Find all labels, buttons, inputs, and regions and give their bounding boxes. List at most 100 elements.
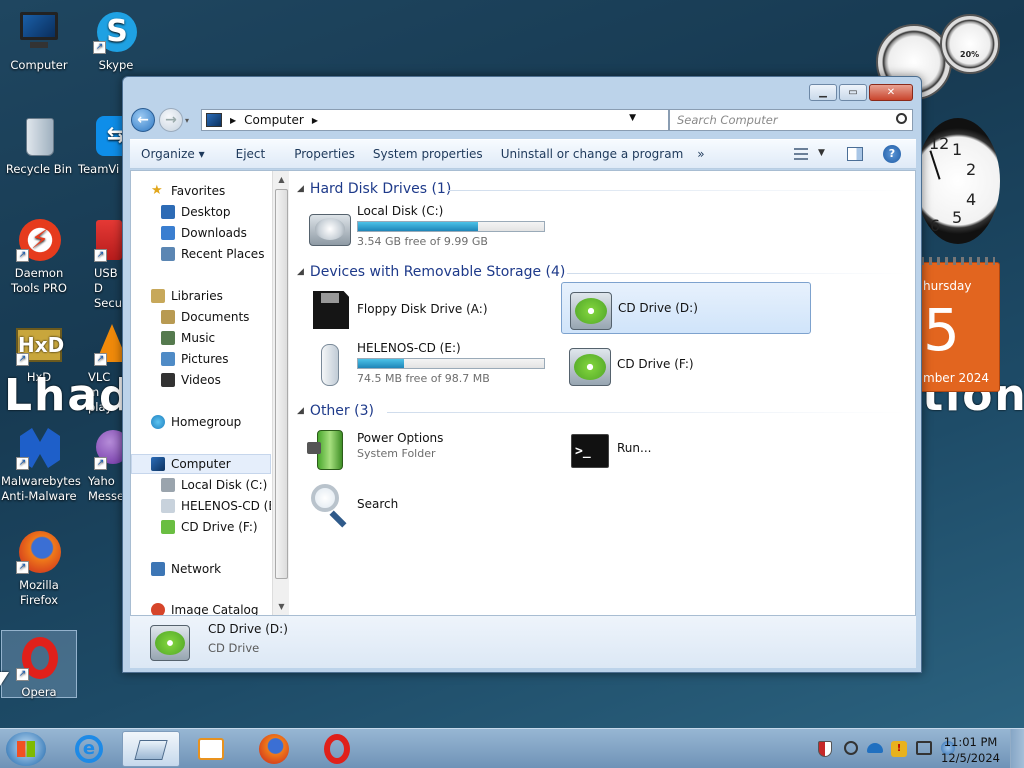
group-header-hard-disk[interactable]: ◢ Hard Disk Drives (1) (297, 181, 907, 197)
taskbar-opera[interactable] (308, 731, 366, 767)
nav-desktop[interactable]: Desktop (161, 202, 231, 222)
taskbar-internet-explorer[interactable]: e (62, 731, 120, 767)
drive-cd-f[interactable]: CD Drive (F:) (561, 339, 811, 391)
minimize-button[interactable]: ▁ (809, 84, 837, 101)
item-search[interactable]: Search (301, 479, 551, 531)
breadcrumb-separator-icon[interactable]: ▶ (230, 116, 236, 125)
help-icon[interactable]: ? (883, 145, 901, 163)
drive-floppy-a[interactable]: Floppy Disk Drive (A:) (301, 284, 551, 336)
forward-button[interactable]: → (159, 108, 183, 132)
music-icon (161, 331, 175, 345)
close-button[interactable]: ✕ (869, 84, 913, 101)
item-subtitle: System Folder (357, 447, 436, 460)
clock-gadget[interactable]: 12 1 2 4 5 6 (916, 118, 1000, 244)
more-commands-button[interactable]: » (695, 147, 716, 161)
command-bar: Organize ▾ Eject Properties System prope… (130, 139, 916, 169)
maximize-button[interactable]: ▭ (839, 84, 867, 101)
desktop-icon-yahoo-messenger[interactable]: ↗ Yaho Messe (78, 418, 126, 504)
desktop-icon-recycle-bin[interactable]: Recycle Bin (1, 106, 77, 177)
security-shield-icon[interactable] (818, 741, 832, 757)
collapse-icon: ◢ (297, 267, 304, 277)
taskbar-clock[interactable]: 11:01 PM 12/5/2024 (941, 734, 1000, 766)
taskbar-windows-explorer[interactable] (122, 731, 180, 767)
desktop-icon-opera[interactable]: ↗ Opera (1, 630, 77, 699)
desktop-icon-usb-security[interactable]: ↗ USB D Secu (78, 210, 124, 311)
opera-icon (324, 734, 350, 764)
item-name: Search (357, 497, 399, 511)
breadcrumb-computer[interactable]: Computer (244, 113, 304, 127)
clock-number: 12 (929, 134, 950, 153)
desktop-icon-daemon-tools[interactable]: ⚡ ↗ Daemon Tools PRO (1, 210, 77, 296)
search-input[interactable]: Search Computer (669, 109, 913, 131)
eject-button[interactable]: Eject (217, 147, 278, 161)
start-button[interactable] (6, 732, 46, 766)
nav-recent-places[interactable]: Recent Places (161, 244, 264, 264)
group-title: Other (3) (309, 403, 374, 419)
drive-local-disk-c[interactable]: Local Disk (C:) 3.54 GB free of 9.99 GB (301, 201, 551, 253)
desktop-icon-firefox[interactable]: ↗ Mozilla Firefox (1, 522, 77, 608)
nav-documents[interactable]: Documents (161, 307, 249, 327)
nav-scrollbar[interactable]: ▲ ▼ (272, 171, 289, 615)
group-header-other[interactable]: ◢ Other (3) (297, 403, 907, 419)
nav-libraries[interactable]: Libraries (151, 286, 223, 306)
explorer-window[interactable]: ▁ ▭ ✕ ← → ▾ ▶ Computer ▶ ▼ ⟳ Search Comp… (122, 76, 922, 673)
media-player-icon (198, 738, 224, 760)
nav-helenos-cd[interactable]: HELENOS-CD (E: (161, 496, 271, 516)
nav-homegroup[interactable]: Homegroup (151, 412, 241, 432)
item-name: CD Drive (F:) (617, 357, 694, 371)
nav-network[interactable]: Network (151, 559, 221, 579)
organize-button[interactable]: Organize ▾ (130, 147, 217, 161)
preview-pane-icon[interactable] (847, 147, 863, 161)
nav-computer[interactable]: Computer (151, 454, 231, 474)
action-center-flag-icon[interactable] (844, 741, 858, 755)
desktop-icon-skype[interactable]: S ↗ Skype (78, 2, 154, 73)
malwarebytes-icon: ↗ (16, 424, 62, 470)
nav-pictures[interactable]: Pictures (161, 349, 229, 369)
drive-helenos-e[interactable]: HELENOS-CD (E:) 74.5 MB free of 98.7 MB (301, 339, 551, 391)
recent-pages-dropdown-icon[interactable]: ▾ (185, 116, 189, 125)
nav-music[interactable]: Music (161, 328, 215, 348)
view-dropdown-icon[interactable]: ▼ (818, 148, 825, 158)
desktop-icon-computer[interactable]: Computer (1, 2, 77, 73)
desktop-folder-icon (161, 205, 175, 219)
show-desktop-button[interactable] (1010, 729, 1024, 768)
firefox-icon (259, 734, 289, 764)
downloads-folder-icon (161, 226, 175, 240)
cd-drive-icon (568, 286, 614, 332)
skype-icon: S ↗ (93, 8, 139, 54)
alert-icon[interactable]: ! (891, 741, 907, 757)
uninstall-program-button[interactable]: Uninstall or change a program (495, 147, 696, 161)
nav-videos[interactable]: Videos (161, 370, 221, 390)
usage-bar-fill (358, 222, 479, 231)
nav-favorites[interactable]: ★ Favorites (151, 181, 225, 201)
drive-cd-d[interactable]: CD Drive (D:) (561, 282, 811, 334)
item-power-options[interactable]: Power Options System Folder (301, 423, 551, 475)
search-placeholder: Search Computer (677, 113, 778, 127)
breadcrumb-separator-icon[interactable]: ▶ (312, 116, 318, 125)
nav-local-disk[interactable]: Local Disk (C:) (161, 475, 267, 495)
taskbar-firefox[interactable] (246, 731, 304, 767)
network-monitor-icon[interactable] (916, 741, 932, 755)
onedrive-cloud-icon[interactable] (867, 743, 883, 753)
scroll-up-icon[interactable]: ▲ (273, 171, 290, 188)
nav-cd-drive-f[interactable]: CD Drive (F:) (161, 517, 258, 537)
change-view-icon[interactable] (794, 148, 808, 160)
desktop-icon-malwarebytes[interactable]: ↗ Malwarebytes Anti-Malware (1, 418, 81, 504)
scroll-down-icon[interactable]: ▼ (273, 598, 290, 615)
item-run[interactable]: >_ Run... (561, 423, 811, 475)
nav-downloads[interactable]: Downloads (161, 223, 247, 243)
properties-button[interactable]: Properties (277, 147, 367, 161)
usb-drive-icon (161, 499, 175, 513)
search-icon[interactable] (896, 113, 907, 124)
taskbar-media-player[interactable] (182, 731, 240, 767)
desktop-icon-label: USB D Secu (94, 266, 122, 310)
desktop-icon-teamviewer[interactable]: ⇆ TeamVi (78, 106, 126, 177)
group-header-removable[interactable]: ◢ Devices with Removable Storage (4) (297, 264, 907, 280)
back-button[interactable]: ← (131, 108, 155, 132)
address-bar[interactable]: ▶ Computer ▶ ▼ ⟳ (201, 109, 731, 131)
scrollbar-thumb[interactable] (275, 189, 288, 579)
system-properties-button[interactable]: System properties (367, 147, 495, 161)
nav-image-catalog[interactable]: Image Catalog (151, 600, 258, 615)
cpu-meter-value: 20% (960, 50, 980, 59)
address-dropdown-icon[interactable]: ▼ (629, 113, 636, 123)
